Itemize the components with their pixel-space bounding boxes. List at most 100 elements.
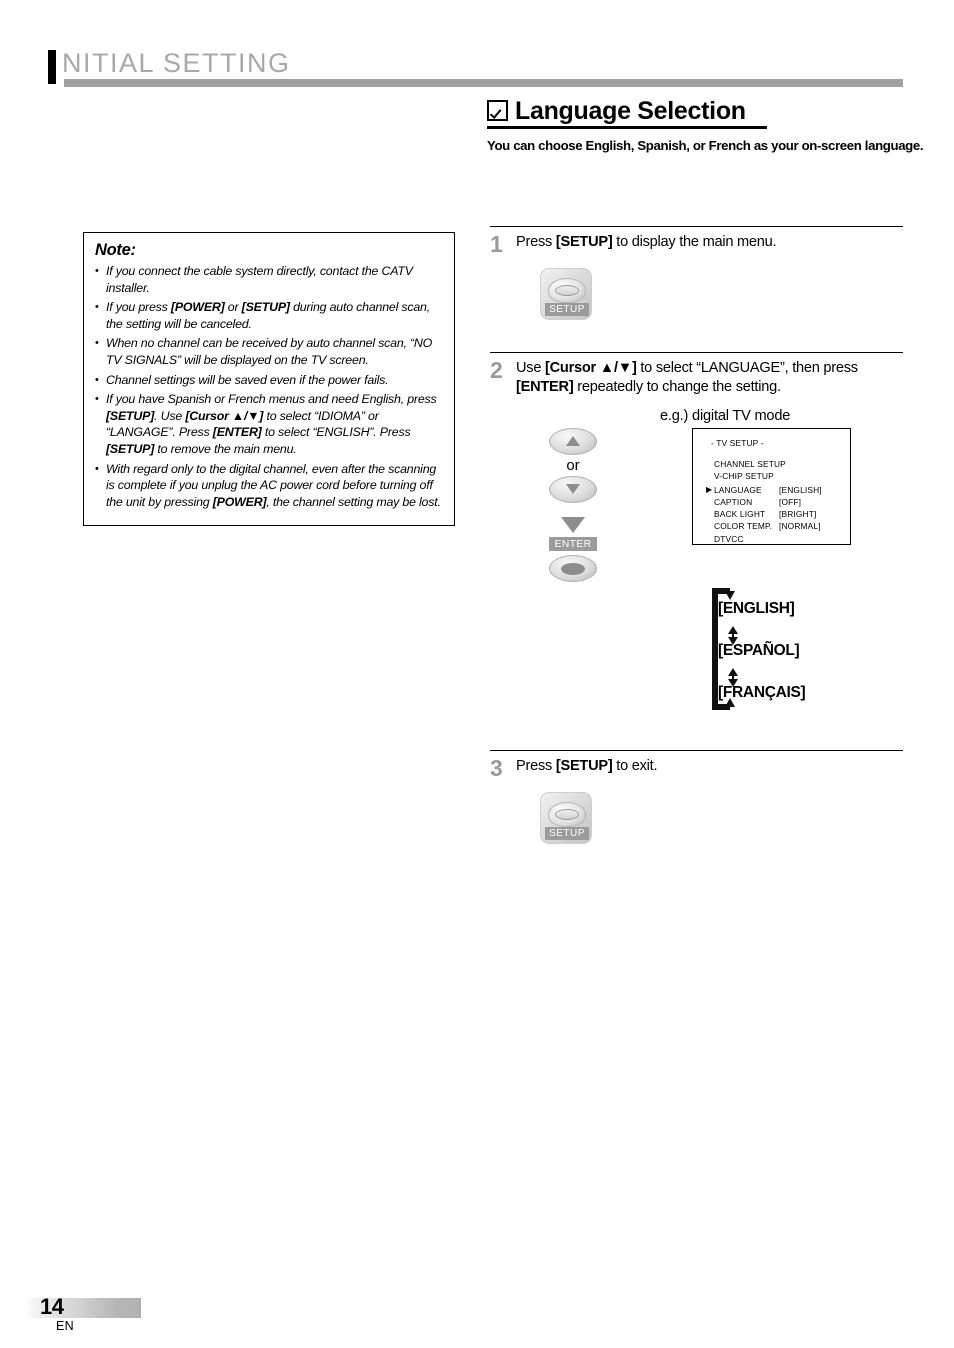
step-2-text: Use [Cursor ▲/▼] to select “LANGUAGE”, t… <box>516 360 858 396</box>
note-list: • If you connect the cable system directl… <box>95 263 443 511</box>
step-3-head: 3 Press [SETUP] to exit. <box>490 756 905 780</box>
osd-cursor-icon <box>706 470 714 482</box>
language-cycle-diagram: [ENGLISH] [ESPAÑOL] [FRANÇAIS] <box>712 586 892 712</box>
osd-row-label: DTVCC <box>714 533 744 544</box>
osd-row-value: [BRIGHT] <box>779 509 817 520</box>
osd-menu-title: - TV SETUP - <box>711 438 764 448</box>
chapter-header: NITIAL SETTING <box>48 48 904 88</box>
osd-menu-row[interactable]: CAPTION [OFF] <box>693 496 850 508</box>
setup-button-label: SETUP <box>545 827 589 841</box>
step-divider-2 <box>490 352 903 354</box>
cursor-down-button[interactable] <box>549 476 597 503</box>
chapter-header-tab <box>48 50 56 84</box>
osd-cursor-icon: ▶ <box>706 484 713 494</box>
cursor-up-button[interactable] <box>549 428 597 455</box>
note-item-text: Channel settings will be saved even if t… <box>106 372 389 387</box>
step-2-number: 2 <box>490 357 503 383</box>
note-bullet-icon: • <box>95 265 99 277</box>
step-1-text: Press [SETUP] to display the main menu. <box>516 234 777 250</box>
osd-row-value: [NORMAL] <box>779 521 821 532</box>
note-bullet-icon: • <box>95 462 99 475</box>
page-language-code: EN <box>56 1319 74 1333</box>
note-bullet-icon: • <box>95 373 99 386</box>
osd-menu-row[interactable]: COLOR TEMP. [NORMAL] <box>693 520 850 532</box>
triangle-down-icon <box>566 483 580 494</box>
osd-cursor-icon <box>706 520 714 532</box>
osd-row-label: CHANNEL SETUP <box>714 459 786 469</box>
osd-row-value: [ENGLISH] <box>779 484 822 495</box>
language-option-english: [ENGLISH] <box>718 600 795 617</box>
step-1-graphic: SETUP <box>540 268 905 321</box>
step-1: 1 Press [SETUP] to display the main menu… <box>490 232 905 321</box>
setup-button-label: SETUP <box>545 303 589 317</box>
step-3-text: Press [SETUP] to exit. <box>516 758 658 774</box>
step-divider-1 <box>490 226 903 228</box>
note-item-text: If you connect the cable system directly… <box>106 264 413 295</box>
osd-menu-row[interactable]: CHANNEL SETUP <box>693 458 850 470</box>
page-title: Language Selection <box>515 97 746 125</box>
osd-menu-row[interactable]: DTVCC <box>693 533 850 545</box>
osd-cursor-icon <box>706 508 714 520</box>
section-title-block: Language Selection You can choose Englis… <box>487 97 924 154</box>
osd-cursor-icon <box>706 533 714 545</box>
note-bullet-icon: • <box>95 337 99 350</box>
osd-row-label: COLOR TEMP. <box>714 521 773 532</box>
osd-row-value <box>779 533 850 545</box>
section-subtitle: You can choose English, Spanish, or Fren… <box>487 138 924 154</box>
note-item-text: When no channel can be received by auto … <box>106 336 433 368</box>
osd-row-label: CAPTION <box>714 496 753 507</box>
cycle-arrow-in-icon <box>725 591 735 600</box>
enter-button-ellipse-icon <box>561 562 585 575</box>
note-box: Note: • If you connect the cable system d… <box>83 232 455 526</box>
osd-row-value <box>779 470 850 482</box>
osd-menu-row[interactable]: ▶ LANGUAGE [ENGLISH] <box>693 484 850 496</box>
enter-button[interactable] <box>549 555 597 582</box>
note-item: • With regard only to the digital channel… <box>95 461 443 511</box>
setup-button-oval-icon <box>548 802 586 828</box>
osd-row-value: [OFF] <box>779 496 802 507</box>
osd-row-label: BACK LIGHT <box>714 509 766 520</box>
setup-button-oval-icon <box>548 278 586 304</box>
note-item: • If you press [POWER] or [SETUP] during … <box>95 299 443 332</box>
note-bullet-icon: • <box>95 393 99 406</box>
step-3: 3 Press [SETUP] to exit. SETUP <box>490 756 905 845</box>
or-label: or <box>566 457 580 474</box>
step-3-graphic: SETUP <box>540 792 905 845</box>
chapter-header-rule <box>64 79 903 87</box>
note-item: • If you connect the cable system directl… <box>95 263 443 296</box>
note-item-text: With regard only to the digital channel,… <box>106 461 441 509</box>
note-item: • If you have Spanish or French menus and… <box>95 391 443 457</box>
osd-row-value <box>779 458 850 470</box>
setup-button-exit[interactable]: SETUP <box>540 792 592 845</box>
step-2-head: 2 Use [Cursor ▲/▼] to select “LANGUAGE”,… <box>490 358 905 398</box>
step-2: 2 Use [Cursor ▲/▼] to select “LANGUAGE”,… <box>490 358 905 398</box>
chapter-title: NITIAL SETTING <box>62 48 291 78</box>
note-heading: Note: <box>95 241 136 259</box>
language-option-francais: [FRANÇAIS] <box>718 684 806 701</box>
step-divider-3 <box>490 750 903 752</box>
osd-row-label: V-CHIP SETUP <box>714 471 774 482</box>
osd-cursor-icon <box>706 458 714 470</box>
note-item-text: If you press [POWER] or [SETUP] during a… <box>106 300 430 331</box>
flow-arrow-icon <box>561 517 585 533</box>
osd-row-label: LANGUAGE <box>714 484 762 495</box>
setup-button[interactable]: SETUP <box>540 268 592 321</box>
osd-caption: e.g.) digital TV mode <box>660 408 791 424</box>
note-bullet-icon: • <box>95 301 99 314</box>
note-item-text: If you have Spanish or French menus and … <box>106 392 437 457</box>
osd-menu-rows: CHANNEL SETUP V-CHIP SETUP ▶ LANGUAGE [ENGLI… <box>693 458 850 545</box>
osd-menu: - TV SETUP - CHANNEL SETUP V-CHIP SETUP ▶ L… <box>692 428 851 545</box>
triangle-up-icon <box>566 435 580 446</box>
checked-checkbox-icon <box>487 100 508 122</box>
osd-menu-row[interactable]: BACK LIGHT [BRIGHT] <box>693 508 850 520</box>
page-number: 14 <box>40 1294 64 1319</box>
language-option-espanol: [ESPAÑOL] <box>718 642 800 659</box>
note-item: • Channel settings will be saved even if … <box>95 372 443 389</box>
enter-button-label: ENTER <box>549 537 597 551</box>
osd-cursor-icon <box>706 496 714 508</box>
section-title-row: Language Selection <box>487 97 767 130</box>
remote-cursor-graphic: or ENTER <box>543 428 603 582</box>
step-1-head: 1 Press [SETUP] to display the main menu… <box>490 232 905 256</box>
osd-menu-row[interactable]: V-CHIP SETUP <box>693 470 850 482</box>
step-3-number: 3 <box>490 755 503 781</box>
